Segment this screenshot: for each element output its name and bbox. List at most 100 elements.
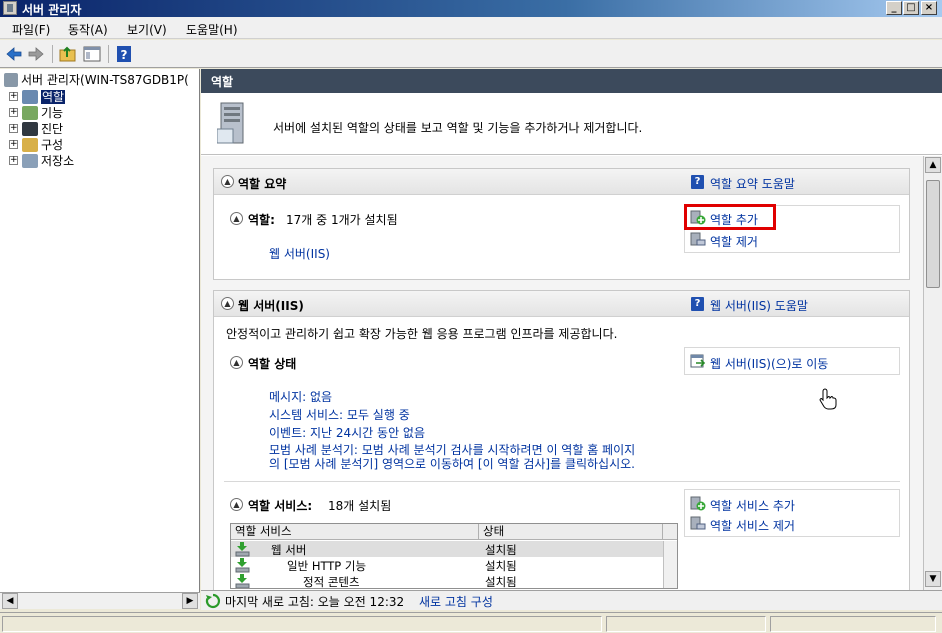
content-vertical-scrollbar[interactable]: ▲ ▼: [923, 156, 942, 590]
roles-summary-section: ▲ 역할 요약 ? 역할 요약 도움말 ▲ 역할: 17개 중 1개가 설치됨 …: [213, 168, 910, 280]
hand-cursor-icon: [819, 388, 837, 410]
collapse-icon[interactable]: ▲: [230, 356, 243, 369]
configure-refresh-link[interactable]: 새로 고침 구성: [419, 593, 493, 610]
status-events[interactable]: 이벤트: 지난 24시간 동안 없음: [269, 424, 425, 441]
expand-icon[interactable]: +: [9, 156, 18, 165]
content-scroll-area: ▲ 역할 요약 ? 역할 요약 도움말 ▲ 역할: 17개 중 1개가 설치됨 …: [201, 156, 923, 590]
up-folder-icon[interactable]: [58, 44, 78, 64]
collapse-icon[interactable]: ▲: [221, 175, 234, 188]
scrollbar-thumb[interactable]: [926, 180, 940, 288]
table-row[interactable]: 일반 HTTP 기능 설치됨: [231, 557, 663, 573]
scroll-down-arrow-icon[interactable]: ▼: [925, 571, 941, 587]
expand-icon[interactable]: +: [9, 124, 18, 133]
diagnostics-icon: [22, 121, 38, 136]
roles-summary-help-link[interactable]: 역할 요약 도움말: [710, 175, 795, 192]
installed-arrow-icon: [235, 542, 250, 557]
maximize-button[interactable]: □: [903, 1, 919, 15]
title-bar: 서버 관리자 _ □ ×: [0, 0, 942, 17]
add-roles-highlight: [684, 204, 776, 230]
role-services-title: 역할 서비스:: [248, 499, 313, 513]
server-tower-icon: [217, 102, 244, 144]
menu-view[interactable]: 보기(V): [127, 21, 167, 38]
status-cell: [770, 616, 936, 632]
roles-summary-title: 역할 요약: [238, 177, 287, 191]
help-icon: ?: [691, 297, 704, 311]
role-services-table[interactable]: 역할 서비스 상태 웹 서버 설치됨 일반 HTTP 기능 설치됨 정적 콘텐츠…: [230, 523, 678, 589]
svg-text:?: ?: [121, 48, 128, 62]
menu-action[interactable]: 동작(A): [68, 21, 108, 38]
expand-icon[interactable]: +: [9, 140, 18, 149]
status-bar: [0, 612, 942, 633]
add-role-services-link[interactable]: 역할 서비스 추가: [710, 497, 795, 514]
features-icon: [22, 105, 38, 120]
goto-arrow-icon: [690, 354, 706, 368]
installed-arrow-icon: [235, 558, 250, 573]
help-icon[interactable]: ?: [114, 44, 134, 64]
menu-file[interactable]: 파일(F): [12, 21, 50, 38]
web-server-title: 웹 서버(IIS): [238, 299, 304, 313]
help-icon: ?: [691, 175, 704, 189]
server-manager-icon: [3, 1, 17, 15]
scroll-left-arrow-icon[interactable]: ◀: [2, 593, 18, 609]
forward-arrow-icon[interactable]: [26, 44, 46, 64]
refresh-icon: [205, 593, 221, 609]
server-icon: [4, 72, 18, 87]
minimize-button[interactable]: _: [886, 1, 902, 15]
column-header-service[interactable]: 역할 서비스: [231, 524, 479, 540]
page-title: 역할: [201, 69, 942, 93]
configuration-icon: [22, 137, 38, 152]
close-button[interactable]: ×: [921, 1, 937, 15]
scroll-right-arrow-icon[interactable]: ▶: [182, 593, 198, 609]
roles-icon: [22, 89, 38, 104]
back-arrow-icon[interactable]: [4, 44, 24, 64]
storage-icon: [22, 153, 38, 168]
toolbar: ?: [0, 40, 942, 68]
expand-icon[interactable]: +: [9, 108, 18, 117]
role-status-title: 역할 상태: [248, 357, 297, 371]
roles-count-text: 17개 중 1개가 설치됨: [286, 213, 398, 227]
remove-role-services-link[interactable]: 역할 서비스 제거: [710, 517, 795, 534]
tree-item-roles[interactable]: + 역할: [9, 88, 66, 104]
window-title: 서버 관리자: [22, 3, 82, 17]
expand-icon[interactable]: +: [9, 92, 18, 101]
roles-count-label: 역할:: [248, 213, 275, 227]
refresh-bar: 마지막 새로 고침: 오늘 오전 12:32 새로 고침 구성: [201, 590, 942, 610]
navigation-tree: 서버 관리자(WIN-TS87GDB1P( + 역할 + 기능 + 진단 + 구성 + 저…: [0, 69, 200, 592]
status-messages[interactable]: 메시지: 없음: [269, 388, 332, 405]
menu-bar: 파일(F) 동작(A) 보기(V) 도움말(H): [0, 17, 942, 39]
tree-item-configuration[interactable]: + 구성: [9, 136, 63, 152]
tree-item-diagnostics[interactable]: + 진단: [9, 120, 63, 136]
web-server-help-link[interactable]: 웹 서버(IIS) 도움말: [710, 297, 808, 314]
remove-services-icon: [690, 516, 706, 530]
web-server-section: ▲ 웹 서버(IIS) ? 웹 서버(IIS) 도움말 안정적이고 관리하기 쉽…: [213, 290, 910, 590]
intro-panel: 서버에 설치된 역할의 상태를 보고 역할 및 기능을 추가하거나 제거합니다.: [201, 93, 942, 155]
tree-horizontal-scrollbar[interactable]: ◀ ▶: [0, 592, 200, 609]
status-system-services[interactable]: 시스템 서비스: 모두 실행 중: [269, 406, 410, 423]
scroll-up-arrow-icon[interactable]: ▲: [925, 157, 941, 173]
table-scrollbar[interactable]: [663, 541, 677, 588]
tree-item-storage[interactable]: + 저장소: [9, 152, 74, 168]
installed-role-link[interactable]: 웹 서버(IIS): [269, 245, 330, 262]
goto-web-server-link[interactable]: 웹 서버(IIS)(으)로 이동: [710, 355, 828, 372]
menu-help[interactable]: 도움말(H): [186, 21, 238, 38]
status-bpa-line2[interactable]: 의 [모범 사례 분석기] 영역으로 이동하여 [이 역할 검사]를 클릭하십시…: [269, 455, 635, 472]
add-services-icon: [690, 496, 706, 511]
tree-item-features[interactable]: + 기능: [9, 104, 63, 120]
column-header-status[interactable]: 상태: [479, 524, 663, 540]
intro-text: 서버에 설치된 역할의 상태를 보고 역할 및 기능을 추가하거나 제거합니다.: [273, 121, 643, 135]
web-server-header: ▲ 웹 서버(IIS) ? 웹 서버(IIS) 도움말: [214, 291, 909, 317]
main-pane: 역할 서버에 설치된 역할의 상태를 보고 역할 및 기능을 추가하거나 제거합…: [201, 69, 942, 590]
remove-roles-link[interactable]: 역할 제거: [710, 233, 758, 250]
table-row[interactable]: 정적 콘텐츠 설치됨: [231, 573, 663, 588]
role-services-count: 18개 설치됨: [328, 499, 392, 513]
tree-root-server-manager[interactable]: 서버 관리자(WIN-TS87GDB1P(: [4, 71, 196, 87]
show-hide-tree-icon[interactable]: [82, 44, 102, 64]
collapse-icon[interactable]: ▲: [221, 297, 234, 310]
status-cell: [2, 616, 602, 632]
collapse-icon[interactable]: ▲: [230, 498, 243, 511]
installed-arrow-icon: [235, 574, 250, 588]
table-row[interactable]: 웹 서버 설치됨: [231, 541, 663, 557]
collapse-icon[interactable]: ▲: [230, 212, 243, 225]
last-refresh-text: 마지막 새로 고침: 오늘 오전 12:32: [225, 595, 405, 609]
remove-roles-icon: [690, 232, 706, 246]
